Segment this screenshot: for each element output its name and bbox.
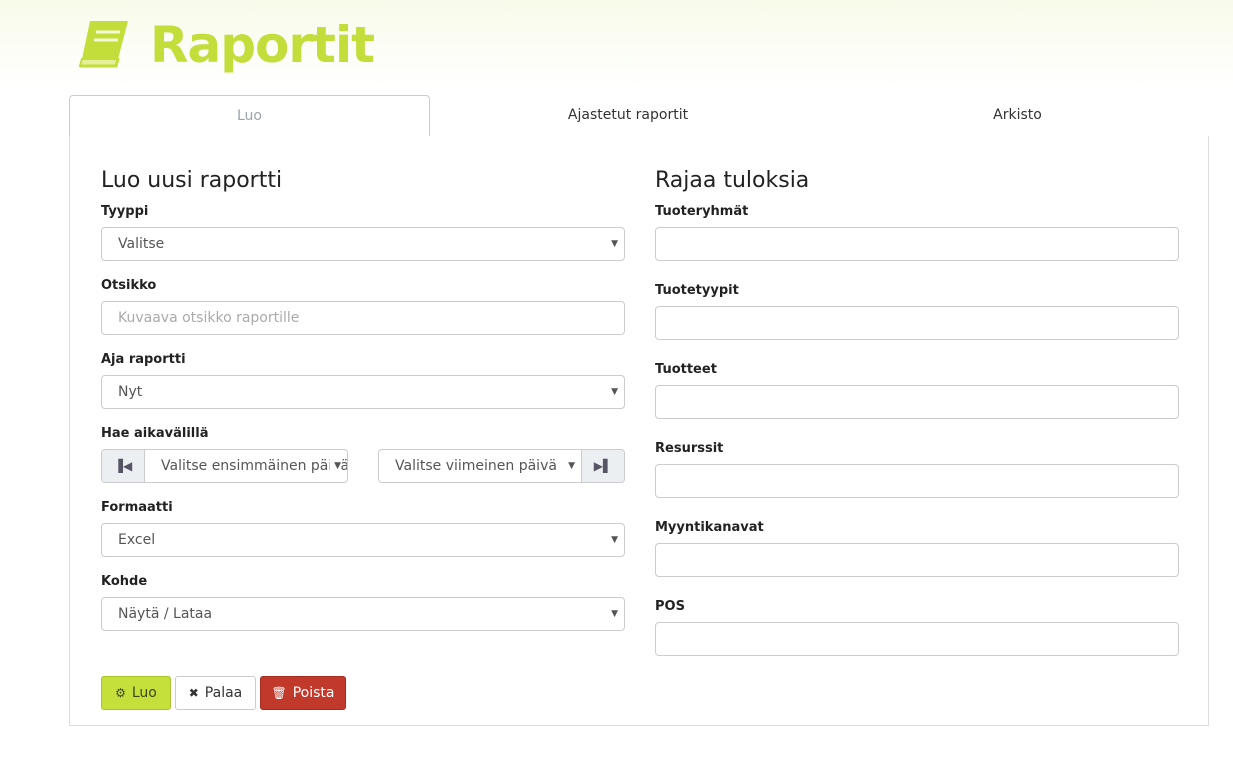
format-select[interactable]: Excel ▼	[101, 523, 625, 557]
title-input[interactable]: Kuvaava otsikko raportille	[101, 301, 625, 335]
book-icon	[78, 21, 128, 68]
step-backward-icon: ▐◀	[113, 459, 133, 473]
products-input[interactable]	[655, 385, 1179, 419]
back-button-label: Palaa	[204, 685, 243, 701]
type-select[interactable]: Valitse ▼	[101, 227, 625, 261]
start-date-select[interactable]: Valitse ensimmäinen päivä ▼	[145, 450, 347, 482]
filter-label-pos: POS	[655, 599, 685, 614]
tab-bar: Luo Ajastetut raportit Arkisto	[69, 95, 1209, 138]
filters-heading: Rajaa tuloksia	[655, 168, 810, 193]
back-button[interactable]: ✖ Palaa	[175, 676, 256, 710]
tab-arkisto[interactable]: Arkisto	[826, 95, 1209, 137]
product-types-input[interactable]	[655, 306, 1179, 340]
caret-down-icon: ▼	[611, 535, 618, 545]
create-button[interactable]: ⚙ Luo	[101, 676, 171, 710]
last-page-button[interactable]: ▶▌	[581, 450, 624, 482]
run-label: Aja raportti	[101, 352, 186, 367]
delete-button-label: Poista	[292, 685, 335, 701]
resources-input[interactable]	[655, 464, 1179, 498]
action-buttons: ⚙ Luo ✖ Palaa 🗑 Poista	[101, 676, 346, 710]
filter-label-sales-channels: Myyntikanavat	[655, 520, 764, 535]
target-select-value: Näytä / Lataa	[118, 606, 213, 622]
format-select-value: Excel	[118, 532, 156, 548]
delete-button[interactable]: 🗑 Poista	[260, 676, 346, 710]
title-label: Otsikko	[101, 278, 157, 293]
product-groups-input[interactable]	[655, 227, 1179, 261]
run-select-value: Nyt	[118, 384, 143, 400]
caret-down-icon: ▼	[611, 387, 618, 397]
type-select-value: Valitse	[118, 236, 165, 252]
sales-channels-input[interactable]	[655, 543, 1179, 577]
start-date-group: ▐◀ Valitse ensimmäinen päivä ▼	[101, 449, 348, 483]
filter-label-products: Tuotteet	[655, 362, 717, 377]
end-date-value: Valitse viimeinen päivä	[395, 458, 557, 474]
end-date-select[interactable]: Valitse viimeinen päivä ▼	[379, 450, 581, 482]
range-label: Hae aikavälillä	[101, 426, 209, 441]
tab-ajastetut-raportit[interactable]: Ajastetut raportit	[430, 95, 826, 137]
caret-down-icon: ▼	[611, 609, 618, 619]
target-select[interactable]: Näytä / Lataa ▼	[101, 597, 625, 631]
tab-panel: Luo uusi raportti Tyyppi Valitse ▼ Otsik…	[69, 136, 1209, 726]
trash-icon: 🗑	[271, 686, 287, 700]
step-forward-icon: ▶▌	[593, 459, 613, 473]
tab-luo[interactable]: Luo	[69, 95, 430, 138]
end-date-group: Valitse viimeinen päivä ▼ ▶▌	[378, 449, 625, 483]
caret-down-icon: ▼	[330, 450, 341, 482]
first-page-button[interactable]: ▐◀	[102, 450, 145, 482]
create-heading: Luo uusi raportti	[101, 168, 283, 193]
page-title: Raportit	[150, 16, 375, 74]
create-button-label: Luo	[131, 685, 157, 701]
target-label: Kohde	[101, 574, 148, 589]
run-select[interactable]: Nyt ▼	[101, 375, 625, 409]
caret-down-icon: ▼	[564, 450, 575, 482]
page-header: Raportit	[76, 12, 375, 78]
format-label: Formaatti	[101, 500, 173, 515]
title-input-placeholder: Kuvaava otsikko raportille	[118, 310, 300, 326]
filter-label-resources: Resurssit	[655, 441, 724, 456]
start-date-value: Valitse ensimmäinen päivä	[161, 458, 347, 474]
pos-input[interactable]	[655, 622, 1179, 656]
close-icon: ✖	[188, 686, 199, 700]
filter-label-product-types: Tuotetyypit	[655, 283, 739, 298]
cogs-icon: ⚙	[115, 686, 126, 700]
caret-down-icon: ▼	[611, 239, 618, 249]
type-label: Tyyppi	[101, 204, 149, 219]
filter-label-product-groups: Tuoteryhmät	[655, 204, 749, 219]
